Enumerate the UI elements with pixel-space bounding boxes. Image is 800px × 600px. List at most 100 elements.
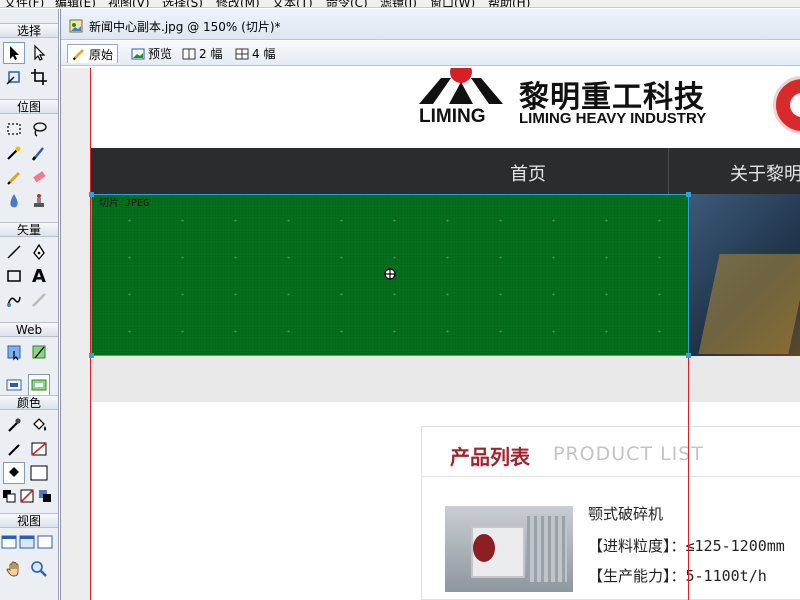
document-title: 新闻中心副本.jpg @ 150% (切片)* xyxy=(89,20,281,34)
screen-mode-menus-icon xyxy=(19,535,35,549)
tools-section-select: 选择 xyxy=(0,23,58,38)
freeform-icon xyxy=(7,296,21,307)
no-color-swatch-icon xyxy=(31,442,47,456)
magic-wand-tool[interactable] xyxy=(3,142,25,164)
slice-handle-bottom-right[interactable] xyxy=(686,353,691,358)
logo-text-en: LIMING xyxy=(419,106,486,127)
pencil-tool[interactable] xyxy=(3,166,25,188)
knife-tool[interactable] xyxy=(28,289,50,311)
slice-handle-top-right[interactable] xyxy=(686,192,691,197)
hide-slices-button[interactable] xyxy=(3,374,25,396)
freeform-tool[interactable] xyxy=(3,289,25,311)
lasso-icon xyxy=(33,122,47,137)
pointer-tool[interactable] xyxy=(3,42,25,64)
rubber-stamp-icon xyxy=(34,194,44,207)
fill-color-tool[interactable] xyxy=(3,462,25,484)
swap-colors-button[interactable] xyxy=(36,485,54,507)
document-canvas[interactable]: LIMING 黎明重工科技 LIMING HEAVY INDUSTRY 首页 关… xyxy=(61,68,800,600)
menu-help[interactable]: 帮助(H) xyxy=(488,0,530,7)
stroke-color-swatch[interactable] xyxy=(28,438,50,460)
product-capacity: 【生产能力】：5-1100t/h xyxy=(588,567,767,585)
slice-handle-bottom-left[interactable] xyxy=(89,353,94,358)
four-up-icon xyxy=(235,48,249,59)
subselection-tool[interactable] xyxy=(28,42,50,64)
nav-home: 首页 xyxy=(510,164,546,185)
rubber-stamp-tool[interactable] xyxy=(28,190,50,212)
product-name: 颚式破碎机 xyxy=(588,505,664,523)
lasso-tool[interactable] xyxy=(28,118,50,140)
slice-tool[interactable] xyxy=(28,341,50,363)
pencil-icon xyxy=(7,171,21,185)
slice-handle-top-left[interactable] xyxy=(89,192,94,197)
menu-view[interactable]: 视图(V) xyxy=(108,0,150,7)
screen-mode-standard-icon xyxy=(1,535,17,549)
move-crosshair-cursor-icon xyxy=(384,268,396,280)
view-tabs-bar: 原始 预览 2 幅 4 幅 xyxy=(61,41,800,66)
fill-color-swatch[interactable] xyxy=(28,462,50,484)
blur-drop-icon xyxy=(10,194,18,208)
tab-original[interactable]: 原始 xyxy=(67,44,119,63)
show-slices-button[interactable] xyxy=(28,374,50,396)
menu-text[interactable]: 文本(T) xyxy=(272,0,313,7)
nav-about: 关于黎明 xyxy=(730,164,800,185)
tab-2-up-label: 2 幅 xyxy=(199,47,223,61)
product-list-title: 产品列表 xyxy=(450,445,530,469)
eyedropper-tool[interactable] xyxy=(3,414,25,436)
default-colors-button[interactable] xyxy=(0,485,18,507)
document-titlebar[interactable]: 新闻中心副本.jpg @ 150% (切片)* xyxy=(61,9,800,40)
preview-image-icon xyxy=(131,48,145,59)
tools-section-colors: 颜色 xyxy=(0,395,58,410)
no-color-button[interactable] xyxy=(18,485,36,507)
tools-section-bitmap: 位图 xyxy=(0,99,58,114)
product-list-title-en: PRODUCT LIST xyxy=(553,443,704,465)
menu-modify[interactable]: 修改(M) xyxy=(216,0,260,7)
hotspot-tool[interactable] xyxy=(3,341,25,363)
menu-select[interactable]: 选择(S) xyxy=(162,0,203,7)
zoom-tool[interactable] xyxy=(28,558,50,580)
tools-section-vector: 矢量 xyxy=(0,222,58,237)
marquee-tool[interactable] xyxy=(3,118,25,140)
subselect-pointer-icon xyxy=(34,44,46,61)
hand-icon xyxy=(6,561,19,577)
logo-subtitle-en: LIMING HEAVY INDUSTRY xyxy=(519,110,707,127)
tab-preview[interactable]: 预览 xyxy=(127,44,176,63)
stroke-color-tool[interactable] xyxy=(3,438,25,460)
slice-icon xyxy=(32,345,46,359)
menu-window[interactable]: 窗口(W) xyxy=(430,0,475,7)
document-file-icon xyxy=(69,19,83,33)
eraser-icon xyxy=(33,171,46,183)
tab-2-up[interactable]: 2 幅 xyxy=(178,44,226,63)
text-tool[interactable]: A xyxy=(28,265,50,287)
rectangle-tool[interactable] xyxy=(3,265,25,287)
pencil-icon xyxy=(72,49,84,61)
menu-edit[interactable]: 编辑(E) xyxy=(55,0,96,7)
fill-swatch-icon xyxy=(30,465,48,481)
standard-screen-mode-button[interactable] xyxy=(0,531,18,553)
pen-tool[interactable] xyxy=(28,241,50,263)
default-colors-icon xyxy=(3,490,16,503)
tools-panel: 选择 位图 矢量 A Web 颜色 视图 xyxy=(0,9,59,600)
full-screen-button[interactable] xyxy=(36,531,54,553)
crop-tool[interactable] xyxy=(28,66,50,88)
pen-nib-icon xyxy=(33,243,45,261)
menu-commands[interactable]: 命令(C) xyxy=(326,0,368,7)
eraser-tool[interactable] xyxy=(28,166,50,188)
tab-4-up[interactable]: 4 幅 xyxy=(231,44,279,63)
tab-preview-label: 预览 xyxy=(148,47,173,61)
scale-tool[interactable] xyxy=(3,66,25,88)
hand-tool[interactable] xyxy=(3,558,25,580)
marquee-icon xyxy=(7,123,21,135)
hide-slices-icon xyxy=(6,379,22,391)
blur-tool[interactable] xyxy=(3,190,25,212)
site-gray-band xyxy=(91,356,800,402)
canvas-margin xyxy=(61,68,91,600)
rectangle-icon xyxy=(7,270,21,282)
line-tool[interactable] xyxy=(3,241,25,263)
full-screen-menus-button[interactable] xyxy=(18,531,36,553)
menu-filters[interactable]: 滤镜(I) xyxy=(380,0,417,7)
paint-bucket-tool[interactable] xyxy=(28,414,50,436)
menu-file[interactable]: 文件(F) xyxy=(4,0,44,7)
brush-tool[interactable] xyxy=(28,142,50,164)
show-slices-icon xyxy=(31,379,47,391)
no-color-icon xyxy=(20,489,34,503)
